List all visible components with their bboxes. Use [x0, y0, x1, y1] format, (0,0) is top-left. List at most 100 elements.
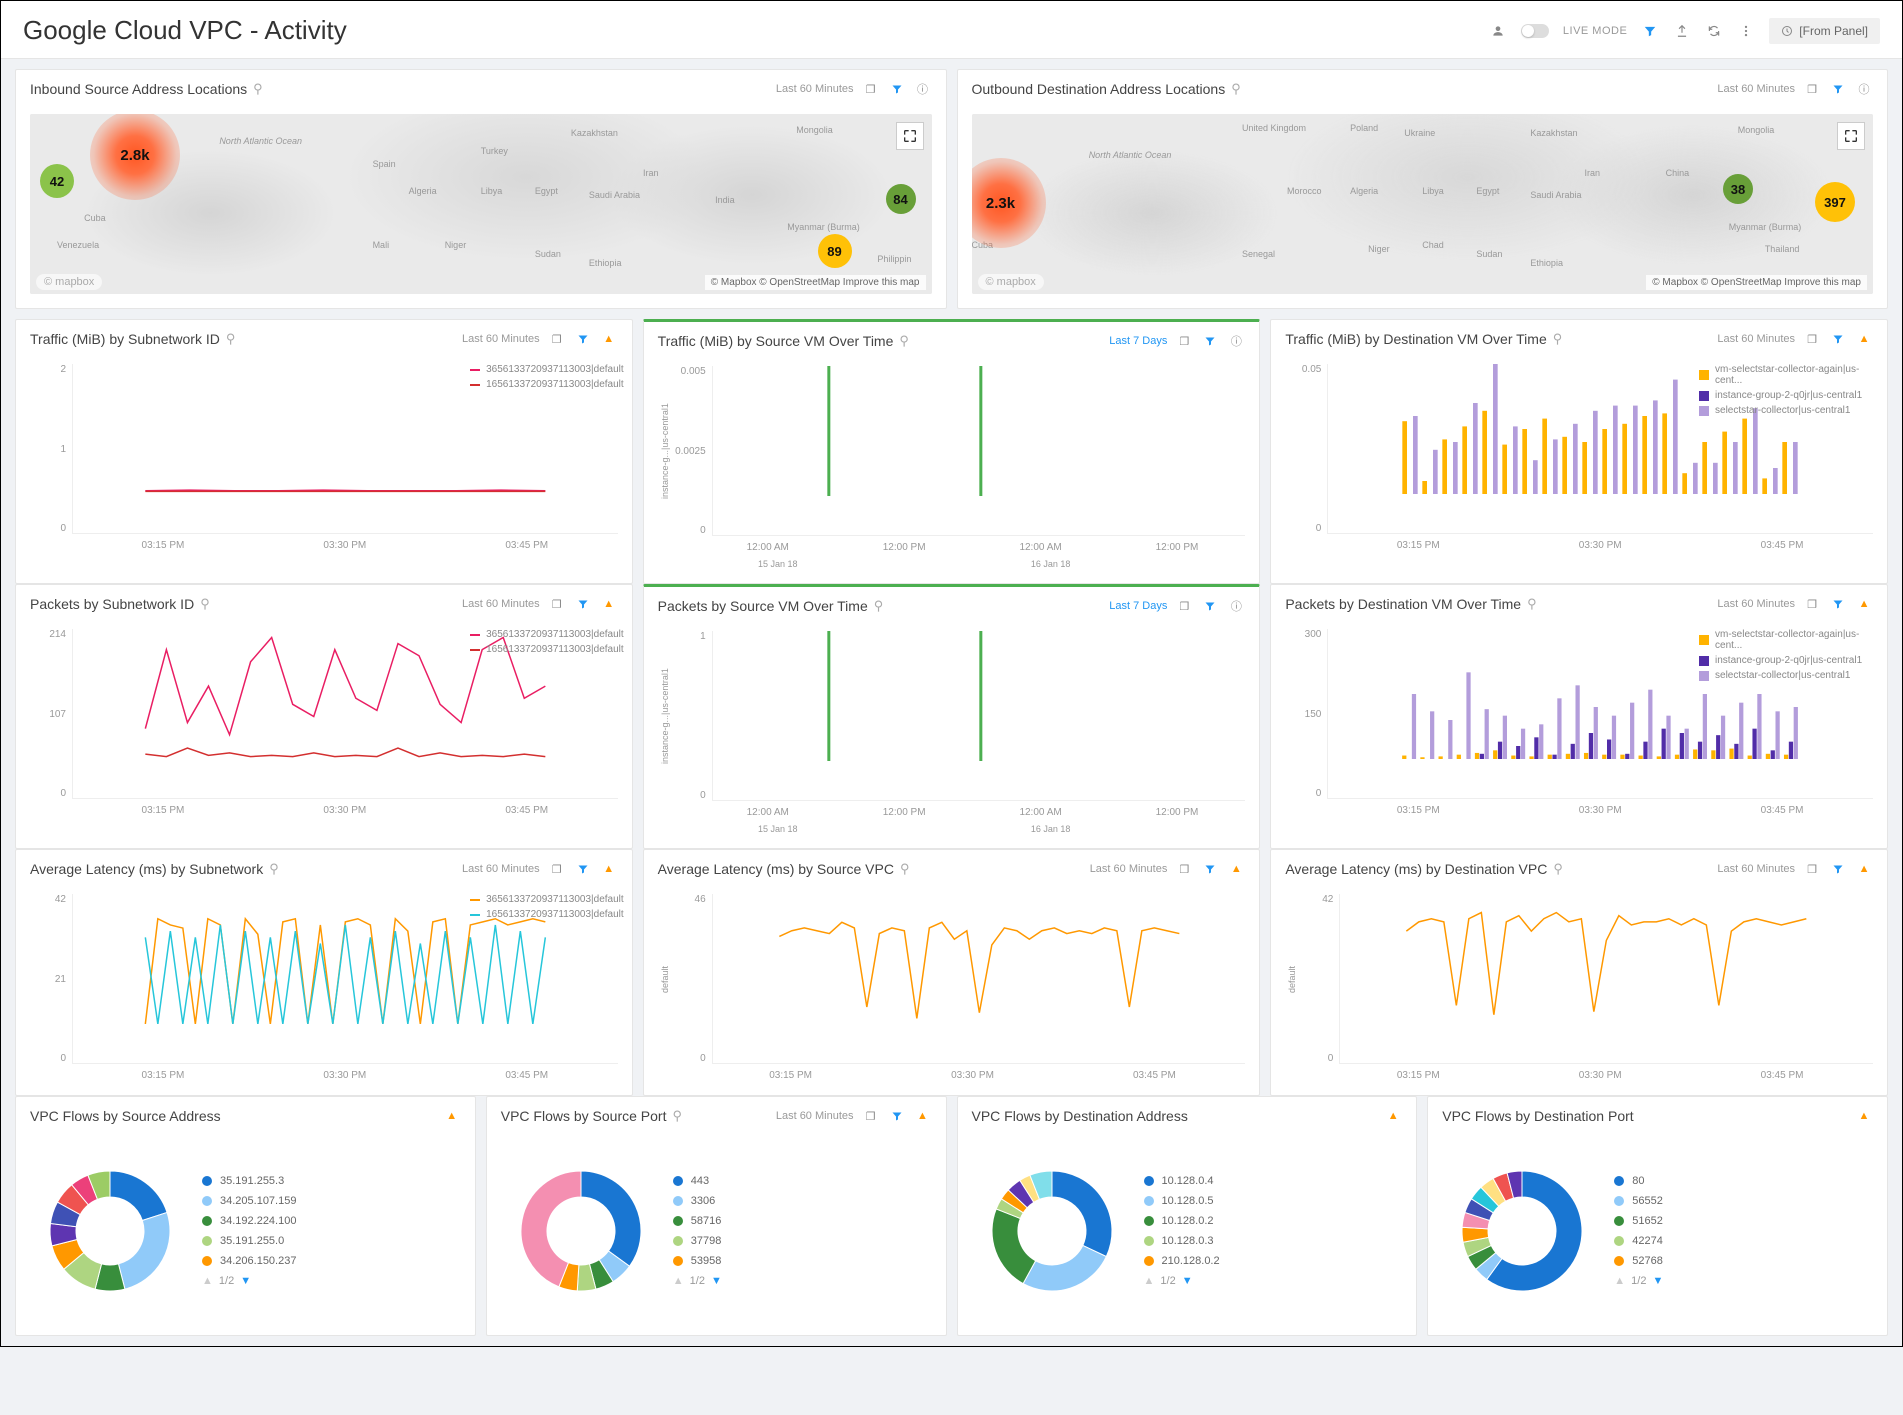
panel-info-icon[interactable]: ⓘ [914, 80, 932, 98]
legend-item[interactable]: 10.128.0.3 [1144, 1235, 1220, 1247]
panel-filter-icon[interactable] [1829, 860, 1847, 878]
legend-item[interactable]: 3306 [673, 1195, 722, 1207]
panel-copy-icon[interactable]: ❐ [548, 595, 566, 613]
legend-item[interactable]: 37798 [673, 1235, 722, 1247]
panel-filter-icon[interactable] [574, 860, 592, 878]
panel-warning-icon[interactable]: ▲ [600, 595, 618, 613]
map-attribution[interactable]: © Mapbox © OpenStreetMap Improve this ma… [1646, 275, 1867, 290]
map-bubble[interactable]: 397 [1815, 182, 1855, 222]
map-bubble[interactable]: 2.8k [90, 114, 180, 200]
legend-item[interactable]: 34.206.150.237 [202, 1255, 296, 1267]
map-bubble[interactable]: 84 [886, 184, 916, 214]
legend-item[interactable]: 51652 [1614, 1215, 1663, 1227]
magnify-icon[interactable]: ⚲ [226, 331, 236, 347]
panel-warning-icon[interactable]: ▲ [1384, 1107, 1402, 1125]
panel-info-icon[interactable]: ⓘ [1227, 597, 1245, 615]
expand-icon[interactable] [896, 122, 924, 150]
panel-copy-icon[interactable]: ❐ [1803, 595, 1821, 613]
export-icon[interactable] [1673, 22, 1691, 40]
panel-filter-icon[interactable] [1201, 332, 1219, 350]
live-mode-toggle[interactable] [1521, 24, 1549, 38]
map-inbound[interactable]: North Atlantic Ocean Kazakhstan Mongolia… [30, 114, 932, 294]
line-chart [1340, 894, 1873, 1024]
magnify-icon[interactable]: ⚲ [900, 861, 910, 877]
panel-filter-icon[interactable] [888, 80, 906, 98]
legend-item[interactable]: 35.191.255.3 [202, 1175, 296, 1187]
panel-warning-icon[interactable]: ▲ [914, 1107, 932, 1125]
legend-item[interactable]: 35.191.255.0 [202, 1235, 296, 1247]
more-icon[interactable] [1737, 22, 1755, 40]
magnify-icon[interactable]: ⚲ [1527, 596, 1537, 612]
magnify-icon[interactable]: ⚲ [672, 1108, 682, 1124]
magnify-icon[interactable]: ⚲ [253, 81, 263, 97]
panel-copy-icon[interactable]: ❐ [1175, 332, 1193, 350]
legend-item[interactable]: 210.128.0.2 [1144, 1255, 1220, 1267]
legend-pager[interactable]: ▲1/2▼ [1144, 1275, 1220, 1287]
panel-info-icon[interactable]: ⓘ [1855, 80, 1873, 98]
panel-filter-icon[interactable] [888, 1107, 906, 1125]
legend-item[interactable]: 10.128.0.5 [1144, 1195, 1220, 1207]
legend-pager[interactable]: ▲1/2▼ [1614, 1275, 1663, 1287]
magnify-icon[interactable]: ⚲ [1553, 331, 1563, 347]
dashboard-panel: Average Latency (ms) by Subnetwork⚲ Last… [15, 849, 633, 1096]
panel-filter-icon[interactable] [1201, 597, 1219, 615]
panel-info-icon[interactable]: ⓘ [1227, 332, 1245, 350]
panel-warning-icon[interactable]: ▲ [1227, 860, 1245, 878]
panel-filter-icon[interactable] [574, 595, 592, 613]
from-panel-button[interactable]: [From Panel] [1769, 18, 1880, 44]
legend-pager[interactable]: ▲1/2▼ [202, 1275, 296, 1287]
panel-copy-icon[interactable]: ❐ [1803, 80, 1821, 98]
panel-filter-icon[interactable] [1829, 330, 1847, 348]
map-bubble[interactable]: 38 [1723, 174, 1753, 204]
legend-item[interactable]: 34.205.107.159 [202, 1195, 296, 1207]
legend-pager[interactable]: ▲1/2▼ [673, 1275, 722, 1287]
panel-filter-icon[interactable] [1829, 595, 1847, 613]
time-range: Last 60 Minutes [1717, 863, 1795, 875]
legend-item[interactable]: 52768 [1614, 1255, 1663, 1267]
panel-warning-icon[interactable]: ▲ [1855, 860, 1873, 878]
panel-copy-icon[interactable]: ❐ [1175, 597, 1193, 615]
magnify-icon[interactable]: ⚲ [269, 861, 279, 877]
panel-copy-icon[interactable]: ❐ [862, 80, 880, 98]
map-bubble[interactable]: 42 [40, 164, 74, 198]
legend-item[interactable]: 53958 [673, 1255, 722, 1267]
legend-item[interactable]: 42274 [1614, 1235, 1663, 1247]
legend-item[interactable]: 80 [1614, 1175, 1663, 1187]
legend-item[interactable]: 10.128.0.4 [1144, 1175, 1220, 1187]
panel-warning-icon[interactable]: ▲ [443, 1107, 461, 1125]
donut-chart [30, 1151, 190, 1311]
legend-item[interactable]: 34.192.224.100 [202, 1215, 296, 1227]
legend-item[interactable]: 58716 [673, 1215, 722, 1227]
panel-warning-icon[interactable]: ▲ [600, 860, 618, 878]
dashboard-panel: Packets by Destination VM Over Time⚲ Las… [1270, 584, 1888, 849]
legend-item[interactable]: 443 [673, 1175, 722, 1187]
filter-icon[interactable] [1641, 22, 1659, 40]
magnify-icon[interactable]: ⚲ [200, 596, 210, 612]
panel-copy-icon[interactable]: ❐ [1175, 860, 1193, 878]
map-bubble[interactable]: 89 [818, 234, 852, 268]
panel-copy-icon[interactable]: ❐ [548, 860, 566, 878]
panel-copy-icon[interactable]: ❐ [548, 330, 566, 348]
panel-warning-icon[interactable]: ▲ [1855, 1107, 1873, 1125]
legend-item[interactable]: 56552 [1614, 1195, 1663, 1207]
map-attribution[interactable]: © Mapbox © OpenStreetMap Improve this ma… [705, 275, 926, 290]
panel-warning-icon[interactable]: ▲ [600, 330, 618, 348]
expand-icon[interactable] [1837, 122, 1865, 150]
panel-copy-icon[interactable]: ❐ [862, 1107, 880, 1125]
panel-filter-icon[interactable] [1829, 80, 1847, 98]
y-axis-label: default [658, 894, 670, 1064]
refresh-icon[interactable] [1705, 22, 1723, 40]
panel-copy-icon[interactable]: ❐ [1803, 330, 1821, 348]
magnify-icon[interactable]: ⚲ [1231, 81, 1241, 97]
map-outbound[interactable]: North Atlantic Ocean United Kingdom Pola… [972, 114, 1874, 294]
panel-filter-icon[interactable] [574, 330, 592, 348]
panel-filter-icon[interactable] [1201, 860, 1219, 878]
magnify-icon[interactable]: ⚲ [1553, 861, 1563, 877]
panel-warning-icon[interactable]: ▲ [1855, 595, 1873, 613]
magnify-icon[interactable]: ⚲ [899, 333, 909, 349]
legend-item[interactable]: 10.128.0.2 [1144, 1215, 1220, 1227]
panel-warning-icon[interactable]: ▲ [1855, 330, 1873, 348]
panel-copy-icon[interactable]: ❐ [1803, 860, 1821, 878]
map-bubble[interactable]: 2.3k [972, 158, 1046, 248]
magnify-icon[interactable]: ⚲ [874, 598, 884, 614]
